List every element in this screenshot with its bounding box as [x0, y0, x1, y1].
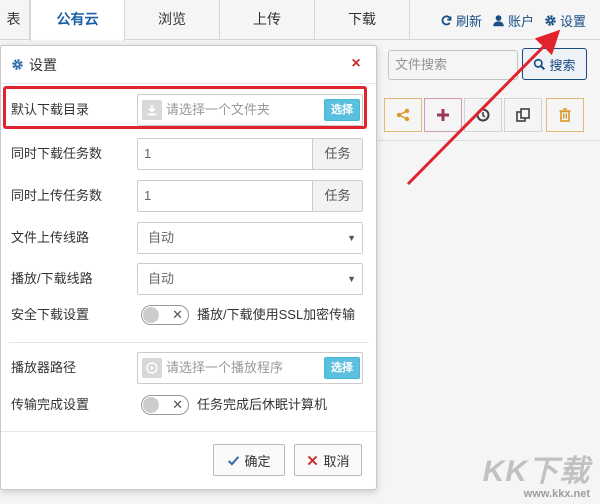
row-upload-route: 文件上传线路 自动 ▼ [1, 222, 378, 254]
caret-down-icon: ▼ [347, 274, 356, 284]
close-icon [308, 455, 318, 465]
caret-down-icon: ▼ [347, 233, 356, 243]
toggle-knob [143, 397, 159, 413]
close-icon: ✕ [172, 397, 183, 412]
ok-button[interactable]: 确定 [213, 444, 285, 476]
dialog-title: 设置 [29, 56, 57, 73]
tab-upload[interactable]: 上传 [220, 0, 315, 40]
on-complete-toggle[interactable]: ✕ [141, 395, 189, 415]
tab-public-cloud[interactable]: 公有云 [30, 0, 125, 41]
playback-route-select[interactable]: 自动 ▼ [137, 263, 363, 295]
settings-button[interactable]: 设置 [544, 11, 586, 30]
task-unit-label: 任务 [312, 181, 362, 211]
row-concurrent-upload: 同时上传任务数 1 任务 [1, 180, 378, 212]
row-concurrent-download: 同时下载任务数 1 任务 [1, 138, 378, 170]
secure-download-toggle[interactable]: ✕ [141, 305, 189, 325]
row-on-complete: 传输完成设置 ✕ 任务完成后休眠计算机 [1, 389, 378, 421]
cancel-button[interactable]: 取消 [294, 444, 362, 476]
player-path-field[interactable]: 请选择一个播放程序 选择 [137, 352, 363, 384]
close-icon: ✕ [172, 307, 183, 322]
toggle-knob [143, 307, 159, 323]
check-icon [228, 455, 240, 466]
play-icon [142, 358, 162, 378]
tab-download[interactable]: 下载 [315, 0, 410, 40]
row-playback-route: 播放/下载线路 自动 ▼ [1, 263, 378, 295]
upload-route-select[interactable]: 自动 ▼ [137, 222, 363, 254]
refresh-icon [441, 15, 452, 25]
user-icon [493, 14, 504, 26]
settings-dialog: 设置 × 默认下载目录 请选择一个文件夹 选择 同时下载任务数 1 任务 同时上… [0, 45, 377, 490]
task-unit-label: 任务 [312, 139, 362, 169]
download-icon [142, 100, 162, 120]
row-player-path: 播放器路径 请选择一个播放程序 选择 [1, 352, 378, 384]
gear-icon [545, 14, 556, 26]
dialog-footer: 确定 取消 [1, 431, 376, 489]
concurrent-download-input[interactable]: 1 任务 [137, 138, 363, 170]
tab-partial[interactable]: 表 [0, 0, 30, 40]
tab-browse[interactable]: 浏览 [125, 0, 220, 40]
gear-icon [12, 59, 23, 70]
account-button[interactable]: 账户 [492, 11, 534, 30]
divider [9, 342, 369, 343]
close-button[interactable]: × [344, 52, 368, 76]
choose-player-button[interactable]: 选择 [324, 357, 360, 379]
top-actions: 刷新 账户 设置 [440, 0, 586, 40]
dialog-header: 设置 × [1, 46, 376, 84]
concurrent-upload-input[interactable]: 1 任务 [137, 180, 363, 212]
refresh-button[interactable]: 刷新 [440, 11, 482, 30]
close-icon: × [351, 55, 361, 72]
row-download-dir: 默认下载目录 请选择一个文件夹 选择 [1, 94, 378, 126]
tab-bar: 表 公有云 浏览 上传 下载 刷新 账户 设置 [0, 0, 600, 41]
row-secure-download: 安全下载设置 ✕ 播放/下载使用SSL加密传输 [1, 299, 378, 331]
choose-folder-button[interactable]: 选择 [324, 99, 360, 121]
download-dir-field[interactable]: 请选择一个文件夹 选择 [137, 94, 363, 126]
